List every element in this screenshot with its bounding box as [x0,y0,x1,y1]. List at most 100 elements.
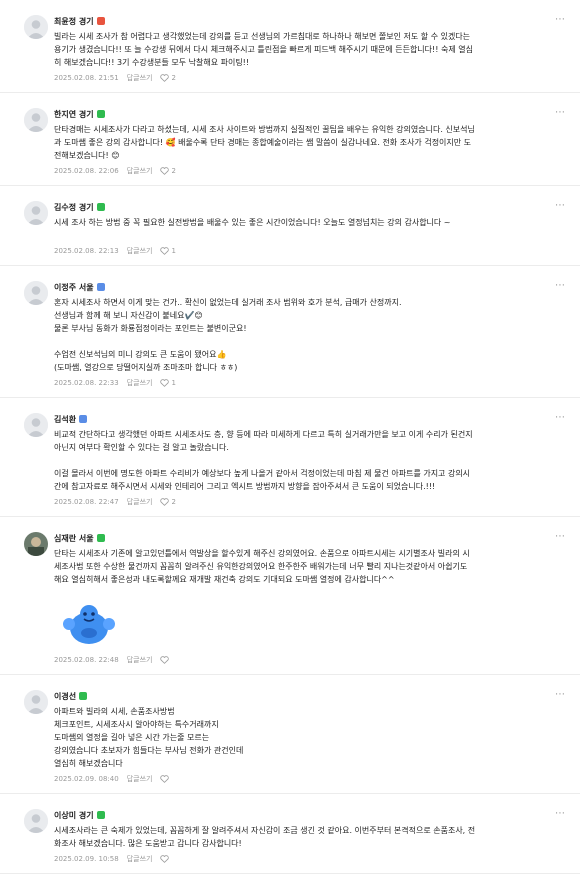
comment-item: 최윤정 경기 ⋯ 빌라는 시세 조사가 참 어렵다고 생각했었는데 강의를 듣고… [0,0,580,93]
reply-button[interactable]: 답글쓰기 [127,378,153,388]
heart-icon [160,775,170,783]
reply-button[interactable]: 답글쓰기 [127,166,153,176]
more-options-icon[interactable]: ⋯ [555,200,566,211]
avatar[interactable] [24,15,48,39]
comment-body: 혼자 시세조사 하면서 이게 맞는 건가.. 확신이 없었는데 실거래 조사 범… [54,296,540,374]
comment-header: 김석환 [54,412,540,426]
comment-text-line: 혼자 시세조사 하면서 이게 맞는 건가.. 확신이 없었는데 실거래 조사 범… [54,298,402,307]
avatar[interactable] [24,108,48,132]
comment-body: 아파트와 빌라의 시세, 손품조사방법체크포인트, 시세조사시 알아야하는 특수… [54,705,540,770]
comment-date: 2025.02.08. 22:33 [54,379,119,387]
reply-button[interactable]: 답글쓰기 [127,854,153,864]
like-button[interactable]: 2 [160,74,176,82]
heart-icon [160,656,170,664]
author-nickname[interactable]: 김석환 [54,414,76,425]
more-options-icon[interactable]: ⋯ [555,14,566,25]
comment-header: 김수정 경기 [54,200,540,214]
avatar[interactable] [24,532,48,556]
member-level-icon [96,811,105,819]
reply-button[interactable]: 답글쓰기 [127,246,153,256]
comment-text-line: 이걸 몰라서 이번에 명도한 아파트 수리비가 예상보다 높게 나올거 같아서 … [54,469,471,478]
comment-item: 이경선 ⋯ 아파트와 빌라의 시세, 손품조사방법체크포인트, 시세조사시 알아… [0,675,580,794]
comment-header: 이경선 [54,689,540,703]
comment-date: 2025.02.08. 22:13 [54,247,119,255]
like-button[interactable] [160,855,171,863]
sticker-image [60,600,118,646]
like-button[interactable]: 2 [160,167,176,175]
comment-body: 시세조사라는 큰 숙제가 있었는데, 꼼꼼하게 잘 알려주셔서 자신감이 조금 … [54,824,540,850]
comment-date: 2025.02.08. 22:06 [54,167,119,175]
comment-text-line: 선생님과 함께 해 보니 자신감이 붙네요✔️😊 [54,311,203,320]
more-options-icon[interactable]: ⋯ [555,107,566,118]
author-nickname[interactable]: 이경선 [54,691,76,702]
avatar[interactable] [24,413,48,437]
reply-button[interactable]: 답글쓰기 [127,73,153,83]
more-options-icon[interactable]: ⋯ [555,412,566,423]
comment-body: 단타경매는 시세조사가 다라고 하셨는데, 시세 조사 사이트와 방법까지 실질… [54,123,540,162]
member-level-icon [96,283,105,291]
member-level-icon [79,415,88,423]
more-options-icon[interactable]: ⋯ [555,808,566,819]
reply-button[interactable]: 답글쓰기 [127,655,153,665]
comment-text-line: 도마쌤의 열정을 길아 넣은 시간 가는줄 모르는 [54,733,210,742]
comment-body: 비교적 간단하다고 생각했던 아파트 시세조사도 층, 향 등에 따라 미세하게… [54,428,540,493]
heart-icon [160,379,170,387]
comment-date: 2025.02.08. 22:48 [54,656,119,664]
avatar[interactable] [24,281,48,305]
comment-date: 2025.02.08. 22:47 [54,498,119,506]
avatar[interactable] [24,201,48,225]
comment-text-line: 시세 조사 하는 방법 중 꼭 필요한 실전방법을 배울수 있는 좋은 시간이었… [54,218,451,227]
author-nickname[interactable]: 김수정 경기 [54,202,94,213]
like-count: 2 [171,167,176,175]
like-button[interactable]: 1 [160,247,176,255]
heart-icon [160,855,170,863]
more-options-icon[interactable]: ⋯ [555,689,566,700]
comment-text-line: 아파트와 빌라의 시세, 손품조사방법 [54,707,175,716]
avatar[interactable] [24,690,48,714]
comment-text-line: 화조사 해보겠습니다. 많은 도움받고 갑니다 감사합니다! [54,839,242,848]
member-level-icon [96,110,105,118]
comment-header: 최윤정 경기 [54,14,540,28]
heart-icon [160,498,170,506]
comment-meta: 2025.02.08. 22:47 답글쓰기 2 [54,496,540,508]
like-button[interactable]: 2 [160,498,176,506]
heart-icon [160,167,170,175]
author-nickname[interactable]: 심재란 서울 [54,533,94,544]
comment-text-line: 아닌지 여부다 확인할 수 있다는 걸 알고 놀랐습니다. [54,443,229,452]
comment-text-line: 수업전 신보석님의 미니 강의도 큰 도움이 됐어요👍 [54,350,227,359]
like-count: 1 [171,247,176,255]
author-nickname[interactable]: 이정주 서울 [54,282,94,293]
comment-text-line: 빌라는 시세 조사가 참 어렵다고 생각했었는데 강의를 듣고 선생님의 가르침… [54,32,471,41]
more-options-icon[interactable]: ⋯ [555,280,566,291]
comment-header: 심재란 서울 [54,531,540,545]
comment-text-line: 과 도마쌤 좋은 강의 감사합니다! 🥰 배울수록 단타 경매는 종합예술이라는… [54,138,472,147]
comment-date: 2025.02.09. 10:58 [54,855,119,863]
like-button[interactable] [160,775,171,783]
comment-body: 빌라는 시세 조사가 참 어렵다고 생각했었는데 강의를 듣고 선생님의 가르침… [54,30,540,69]
comment-meta: 2025.02.08. 22:13 답글쓰기 1 [54,245,540,257]
author-nickname[interactable]: 한지연 경기 [54,109,94,120]
heart-icon [160,247,170,255]
comment-header: 이상미 경기 [54,808,540,822]
like-button[interactable] [160,656,171,664]
comment-text-line: 체크포인트, 시세조사시 알아야하는 특수거래까지 [54,720,219,729]
author-nickname[interactable]: 이상미 경기 [54,810,94,821]
comment-item: 한지연 경기 ⋯ 단타경매는 시세조사가 다라고 하셨는데, 시세 조사 사이트… [0,93,580,186]
member-level-icon [96,534,105,542]
comment-text-line: (도마쌤, 열강으로 당떨어지실까 조마조마 합니다 ㅎㅎ) [54,363,238,372]
avatar[interactable] [24,809,48,833]
comment-meta: 2025.02.08. 22:33 답글쓰기 1 [54,377,540,389]
like-button[interactable]: 1 [160,379,176,387]
reply-button[interactable]: 답글쓰기 [127,774,153,784]
reply-button[interactable]: 답글쓰기 [127,497,153,507]
comment-text-line: 물론 부사님 동화가 화룡점정이라는 포인트는 불변이군요! [54,324,247,333]
comment-item: 심재란 서울 ⋯ 단타는 시세조사 기존에 알고있던틀에서 역발상을 할수있게 … [0,517,580,675]
author-nickname[interactable]: 최윤정 경기 [54,16,94,27]
comment-body: 시세 조사 하는 방법 중 꼭 필요한 실전방법을 배울수 있는 좋은 시간이었… [54,216,540,242]
comment-text-line: 비교적 간단하다고 생각했던 아파트 시세조사도 층, 향 등에 따라 미세하게… [54,430,473,439]
comment-item: 이정주 서울 ⋯ 혼자 시세조사 하면서 이게 맞는 건가.. 확신이 없었는데… [0,266,580,398]
more-options-icon[interactable]: ⋯ [555,531,566,542]
comment-item: 김수정 경기 ⋯ 시세 조사 하는 방법 중 꼭 필요한 실전방법을 배울수 있… [0,186,580,266]
